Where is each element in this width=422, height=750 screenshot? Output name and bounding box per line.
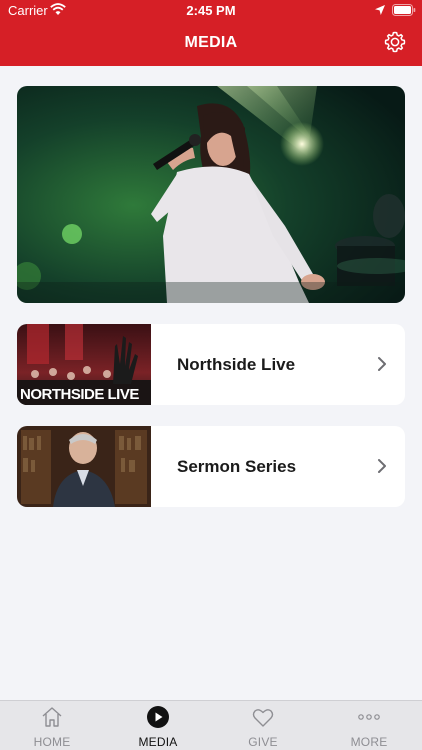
chevron-right-icon bbox=[378, 459, 386, 473]
media-screen: Carrier 2:45 PM MEDIA NORTHSIDE LIVE Nor… bbox=[0, 0, 422, 750]
featured-media-banner[interactable] bbox=[17, 86, 405, 303]
concert-singer-image bbox=[17, 86, 405, 303]
tab-more[interactable]: MORE bbox=[327, 701, 411, 750]
status-bar: Carrier 2:45 PM bbox=[0, 0, 422, 22]
tab-label: MORE bbox=[350, 735, 388, 749]
status-time: 2:45 PM bbox=[186, 3, 236, 18]
tab-media[interactable]: MEDIA bbox=[116, 701, 200, 750]
card-title: Sermon Series bbox=[177, 457, 297, 476]
media-card-sermon-series[interactable]: Sermon Series bbox=[17, 426, 405, 507]
tab-label: MEDIA bbox=[138, 735, 178, 749]
location-arrow-icon bbox=[375, 5, 385, 15]
tab-home[interactable]: HOME bbox=[10, 701, 94, 750]
heart-icon bbox=[252, 709, 274, 727]
card-title: Northside Live bbox=[177, 355, 296, 374]
more-icon bbox=[358, 714, 380, 720]
tab-label: HOME bbox=[33, 735, 71, 749]
page-title: MEDIA bbox=[184, 34, 238, 51]
gear-icon[interactable] bbox=[383, 30, 407, 54]
northside-live-thumbnail: NORTHSIDE LIVE bbox=[17, 324, 151, 405]
header: Carrier 2:45 PM MEDIA bbox=[0, 0, 422, 66]
media-card-northside-live[interactable]: NORTHSIDE LIVE Northside Live bbox=[17, 324, 405, 405]
thumbnail-caption: NORTHSIDE LIVE bbox=[20, 386, 139, 403]
home-icon bbox=[42, 707, 62, 727]
battery-icon bbox=[392, 4, 416, 16]
sermon-series-thumbnail bbox=[17, 426, 151, 507]
tab-label: GIVE bbox=[248, 735, 278, 749]
tab-give[interactable]: GIVE bbox=[221, 701, 305, 750]
chevron-right-icon bbox=[378, 357, 386, 371]
tab-bar: HOME MEDIA GIVE MORE bbox=[0, 700, 422, 750]
play-icon bbox=[147, 706, 169, 728]
